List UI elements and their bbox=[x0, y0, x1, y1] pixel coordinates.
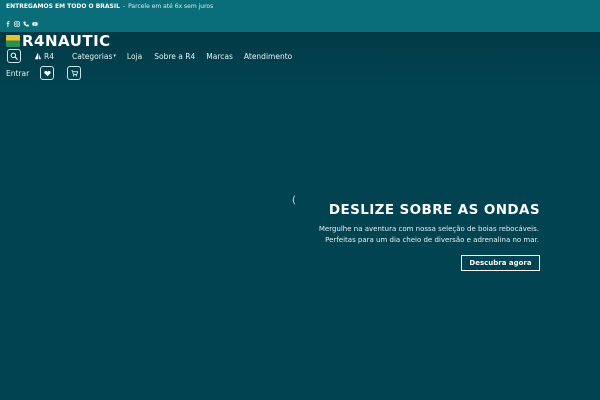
hero-title: DESLIZE SOBRE AS ONDAS bbox=[328, 202, 540, 218]
top-bar: ENTREGAMOS EM TODO O BRASIL - Parcele em a… bbox=[0, 0, 600, 32]
login-link[interactable]: Entrar bbox=[6, 69, 29, 78]
promo-separator: - bbox=[122, 3, 126, 10]
nav-item-loja[interactable]: Loja bbox=[127, 52, 142, 61]
nav-item-marcas[interactable]: Marcas bbox=[206, 52, 233, 61]
sailboat-icon bbox=[34, 52, 42, 60]
promo-text: ENTREGAMOS EM TODO O BRASIL - Parcele em a… bbox=[6, 2, 213, 12]
heart-icon bbox=[43, 70, 51, 76]
phone-icon[interactable] bbox=[23, 21, 29, 27]
facebook-icon[interactable] bbox=[5, 21, 11, 27]
nav-item-sobre[interactable]: Sobre a R4 bbox=[154, 52, 195, 61]
hero-subtitle-line-2: Perfeitas para um dia cheio de diversão … bbox=[325, 236, 539, 244]
promo-installments: Parcele em até 6x sem juros bbox=[128, 3, 214, 10]
nav-item-r4-label: R4 bbox=[44, 51, 54, 61]
social-links bbox=[5, 21, 38, 27]
loading-indicator: ( bbox=[292, 195, 296, 206]
chevron-down-icon: ▾ bbox=[113, 53, 116, 59]
cart-icon bbox=[70, 69, 78, 76]
hero-subtitle: Mergulhe na aventura com nossa seleção d… bbox=[319, 224, 539, 246]
instagram-icon[interactable] bbox=[14, 21, 20, 27]
nav-item-categorias-label: Categorias bbox=[71, 51, 113, 61]
discover-now-button[interactable]: Descubra agora bbox=[461, 255, 540, 271]
promo-shipping: ENTREGAMOS EM TODO O BRASIL bbox=[6, 3, 120, 10]
youtube-icon[interactable] bbox=[32, 21, 38, 27]
search-icon bbox=[10, 52, 18, 60]
site-logo[interactable]: R4NAUTIC bbox=[6, 32, 111, 50]
main-nav: R4 Categorias ▾ Loja Sobre a R4 Marcas A… bbox=[34, 50, 292, 62]
search-button[interactable] bbox=[7, 49, 21, 63]
nav-item-r4[interactable]: R4 bbox=[34, 52, 54, 61]
cart-button[interactable] bbox=[67, 66, 81, 80]
nav-item-atendimento[interactable]: Atendimento bbox=[244, 52, 292, 61]
wishlist-button[interactable] bbox=[40, 66, 54, 80]
hero-subtitle-line-1: Mergulhe na aventura com nossa seleção d… bbox=[318, 225, 539, 233]
nav-item-categorias[interactable]: Categorias ▾ bbox=[72, 52, 116, 61]
logo-text: R4NAUTIC bbox=[22, 32, 111, 50]
logo-mark-icon bbox=[6, 35, 20, 47]
